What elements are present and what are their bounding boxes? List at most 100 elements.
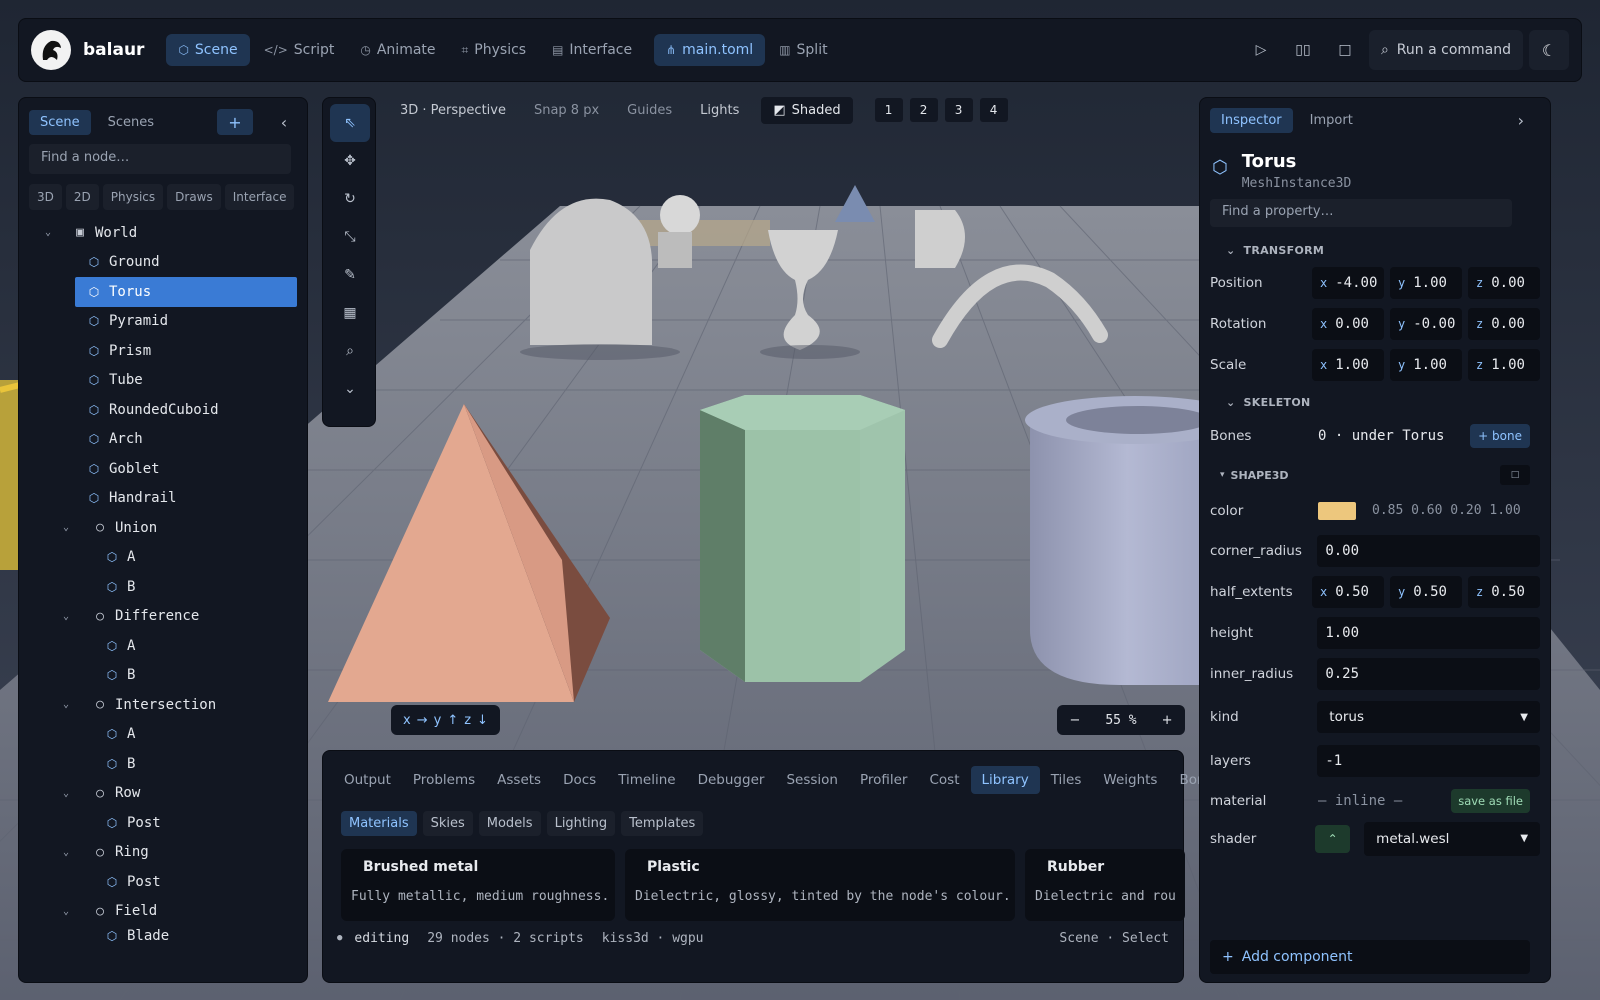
tab-scene[interactable]: ⬡ Scene <box>166 34 250 66</box>
tab-docs[interactable]: Docs <box>552 766 607 794</box>
add-node-plus-icon[interactable]: + <box>217 109 253 135</box>
play-icon[interactable]: ▷ <box>1243 32 1279 68</box>
tree-node[interactable]: ⬡ Handrail <box>29 484 297 514</box>
tree-node[interactable]: ⬡ A <box>29 631 297 661</box>
material-card[interactable]: Plastic Dielectric, glossy, tinted by th… <box>625 849 1015 921</box>
chevron-up-icon[interactable]: ⌃ <box>1315 824 1351 853</box>
stop-icon[interactable]: □ <box>1327 32 1363 68</box>
half-extents-y-field[interactable]: y 0.50 <box>1390 576 1462 609</box>
tree-node[interactable]: ⬡ Pyramid <box>29 307 297 337</box>
tab-problems[interactable]: Problems <box>402 766 486 794</box>
tree-node[interactable]: ⬡ RoundedCuboid <box>29 395 297 425</box>
tab-inspector[interactable]: Inspector <box>1210 108 1293 133</box>
tree-node-selected[interactable]: ⬡ Torus <box>75 277 297 307</box>
section-shape3d[interactable]: ▾ SHAPE3D □ <box>1210 460 1540 490</box>
library-tab-templates[interactable]: Templates <box>621 810 704 836</box>
position-y-field[interactable]: y 1.00 <box>1390 267 1462 300</box>
tree-node[interactable]: ⬡ Goblet <box>29 454 297 484</box>
tab-session[interactable]: Session <box>775 766 849 794</box>
section-transform[interactable]: ⌄ TRANSFORM <box>1210 237 1540 263</box>
lights-toggle[interactable]: Lights <box>690 99 749 122</box>
file-button[interactable]: ⋔ main.toml <box>654 34 766 66</box>
tab-weights[interactable]: Weights <box>1092 766 1168 794</box>
tab-output[interactable]: Output <box>333 766 402 794</box>
rotate-icon[interactable]: ↻ <box>330 180 370 218</box>
theme-toggle-moon-icon[interactable]: ☾ <box>1529 30 1569 70</box>
tree-node[interactable]: ⬡ Ground <box>29 248 297 278</box>
tab-physics[interactable]: ⌗ Physics <box>450 34 539 66</box>
tab-profiler[interactable]: Profiler <box>849 766 919 794</box>
grid-icon[interactable]: ▦ <box>330 294 370 332</box>
tab-debugger[interactable]: Debugger <box>687 766 776 794</box>
tab-library[interactable]: Library <box>970 766 1040 794</box>
tree-node[interactable]: ⬡ B <box>29 749 297 779</box>
add-component-button[interactable]: + Add component <box>1210 940 1530 974</box>
kind-select[interactable]: torus ▼ <box>1317 701 1540 734</box>
filter-draws[interactable]: Draws <box>167 184 221 210</box>
tab-scenes[interactable]: Scenes <box>97 110 165 135</box>
collapse-chevron-left-icon[interactable]: ‹ <box>271 109 297 135</box>
tree-node[interactable]: ⬡ Blade <box>29 926 297 946</box>
tab-interface[interactable]: ▤ Interface <box>540 34 644 66</box>
corner-radius-field[interactable]: 0.00 <box>1317 535 1540 568</box>
scale-y-field[interactable]: y 1.00 <box>1390 348 1462 381</box>
collapse-chevron-right-icon[interactable]: › <box>1518 111 1540 130</box>
tree-node[interactable]: ⬡ B <box>29 661 297 691</box>
view-3[interactable]: 3 <box>944 98 973 122</box>
color-swatch[interactable] <box>1318 501 1356 520</box>
zoom-out-minus-icon[interactable]: − <box>1069 713 1080 728</box>
position-z-field[interactable]: z 0.00 <box>1468 267 1540 300</box>
half-extents-x-field[interactable]: x 0.50 <box>1312 576 1384 609</box>
guides-toggle[interactable]: Guides <box>617 99 682 122</box>
command-palette-button[interactable]: ⌕ Run a command <box>1368 30 1523 70</box>
tree-node-world[interactable]: ⌄ ▣ World <box>29 218 297 248</box>
scale-x-field[interactable]: x 1.00 <box>1312 348 1384 381</box>
tree-node[interactable]: ⬡ Post <box>29 808 297 838</box>
add-bone-button[interactable]: + bone <box>1470 423 1530 448</box>
half-extents-z-field[interactable]: z 0.50 <box>1468 576 1540 609</box>
rotation-z-field[interactable]: z 0.00 <box>1468 308 1540 341</box>
library-tab-lighting[interactable]: Lighting <box>546 810 616 836</box>
layers-field[interactable]: -1 <box>1317 744 1540 777</box>
view-1[interactable]: 1 <box>874 98 903 122</box>
snap-toggle[interactable]: Snap 8 px <box>524 99 609 122</box>
tree-node-field[interactable]: ⌄ ○ Field <box>29 897 297 927</box>
pen-icon[interactable]: ✎ <box>330 256 370 294</box>
library-tab-models[interactable]: Models <box>478 810 541 836</box>
property-search-input[interactable]: Find a property… <box>1210 199 1512 227</box>
height-field[interactable]: 1.00 <box>1317 616 1540 649</box>
position-x-field[interactable]: x -4.00 <box>1312 267 1384 300</box>
projection-mode[interactable]: 3D · Perspective <box>390 99 516 122</box>
material-card[interactable]: Brushed metal Fully metallic, medium rou… <box>341 849 615 921</box>
tab-import[interactable]: Import <box>1299 108 1364 133</box>
tab-scene-tree[interactable]: Scene <box>29 109 91 135</box>
rotation-x-field[interactable]: x 0.00 <box>1312 308 1384 341</box>
pause-icon[interactable]: ▯▯ <box>1285 32 1321 68</box>
split-button[interactable]: ▥ Split <box>767 34 839 66</box>
filter-3d[interactable]: 3D <box>29 184 62 210</box>
section-skeleton[interactable]: ⌄ SKELETON <box>1210 389 1540 415</box>
library-tab-skies[interactable]: Skies <box>422 810 473 836</box>
tab-tiles[interactable]: Tiles <box>1040 766 1093 794</box>
zoom-in-plus-icon[interactable]: + <box>1162 713 1173 728</box>
tree-node[interactable]: ⬡ B <box>29 572 297 602</box>
save-as-file-button[interactable]: save as file <box>1451 789 1530 814</box>
tree-node[interactable]: ⬡ A <box>29 543 297 573</box>
tree-node-union[interactable]: ⌄ ○ Union <box>29 513 297 543</box>
shader-select[interactable]: metal.wesl ▼ <box>1364 821 1541 856</box>
tree-node-row[interactable]: ⌄ ○ Row <box>29 779 297 809</box>
tree-node[interactable]: ⬡ A <box>29 720 297 750</box>
tab-animate[interactable]: ◷ Animate <box>348 34 447 66</box>
tree-node-difference[interactable]: ⌄ ○ Difference <box>29 602 297 632</box>
shading-button[interactable]: ◩ Shaded <box>761 96 853 124</box>
zoom-icon[interactable]: ⌕ <box>330 332 370 370</box>
inner-radius-field[interactable]: 0.25 <box>1317 657 1540 690</box>
library-tab-materials[interactable]: Materials <box>341 810 417 836</box>
tab-script[interactable]: </> Script <box>252 34 347 66</box>
tree-node[interactable]: ⬡ Tube <box>29 366 297 396</box>
section-toggle-icon[interactable]: □ <box>1500 465 1530 486</box>
view-4[interactable]: 4 <box>979 98 1008 122</box>
select-cursor-icon[interactable]: ⇖ <box>330 104 370 142</box>
tree-node[interactable]: ⬡ Post <box>29 867 297 897</box>
tab-timeline[interactable]: Timeline <box>607 766 686 794</box>
